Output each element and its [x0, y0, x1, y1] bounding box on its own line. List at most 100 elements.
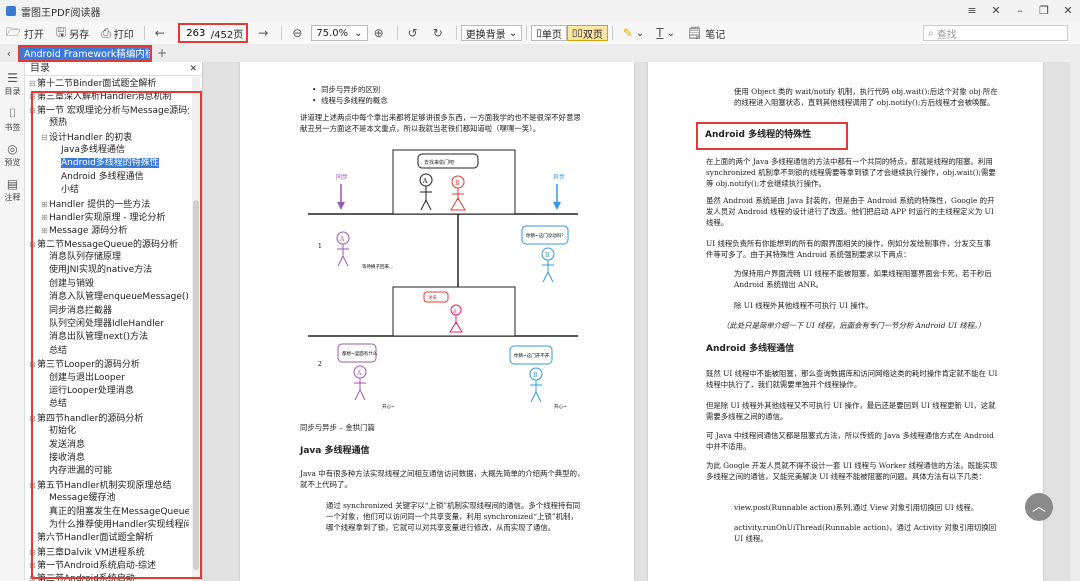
search-input[interactable]: ⌕ 查找 — [923, 25, 1068, 41]
toc-item[interactable]: 队列空闲处理器IdleHandler — [29, 318, 189, 331]
scroll-to-top-button[interactable]: ︿ — [1025, 493, 1053, 521]
text-color-button[interactable]: T ⌄ — [650, 23, 681, 43]
zoom-in-button[interactable]: ⊕ — [368, 23, 393, 43]
paragraph: 除 UI 线程外其他线程不可执行 UI 操作。 — [734, 301, 873, 310]
expand-icon[interactable]: ⊞ — [29, 572, 37, 581]
toc-item-label: Android多线程的特殊性 — [61, 158, 159, 169]
expand-icon[interactable]: ⊞ — [41, 224, 49, 237]
toc-item[interactable]: 为什么推荐使用Handler实现线程间通 — [29, 519, 189, 532]
toc-item[interactable]: ⊟第三章深入解析Handler消息机制 — [29, 90, 189, 103]
rail-preview[interactable]: ◎ 预览 — [0, 142, 25, 168]
toc-item[interactable]: 消息出队管理next()方法 — [29, 331, 189, 344]
chevron-down-icon: ⌄ — [505, 27, 518, 39]
toc-item[interactable]: ⊟第五节Handler机制实现原理总结 — [29, 479, 189, 492]
highlight-button[interactable]: ✎ ⌄ — [617, 23, 650, 43]
collapse-icon[interactable]: ⊟ — [29, 412, 37, 425]
toc-item[interactable]: ⊟第四节handler的源码分析 — [29, 412, 189, 425]
toc-item[interactable]: ⊟设计Handler 的初衷 — [29, 131, 189, 144]
prev-page-button[interactable]: ← — [149, 23, 174, 43]
rail-annotation[interactable]: ▤ 注释 — [0, 177, 25, 203]
toc-item[interactable]: 小结 — [29, 184, 189, 197]
toc-item[interactable]: 同步消息拦截器 — [29, 305, 189, 318]
toc-item[interactable]: 消息入队管理enqueueMessage()方法 — [29, 291, 189, 304]
collapse-icon[interactable]: ⊟ — [41, 131, 49, 144]
toc-item[interactable]: 总结 — [29, 398, 189, 411]
collapse-icon[interactable]: ⊟ — [29, 77, 37, 90]
toc-item[interactable]: ⊞第一节Android系统启动-综述 — [29, 559, 189, 572]
toc-item[interactable]: ⊟第一节 宏观理论分析与Message源码分析 — [29, 104, 189, 117]
rail-bookmark[interactable]: ⌷ 书签 — [0, 106, 25, 133]
fullscreen-icon[interactable]: ✕ — [984, 0, 1008, 22]
collapse-icon[interactable]: ⊟ — [29, 104, 37, 117]
toc-item-label: 预热 — [49, 118, 68, 129]
toc-item[interactable]: 创建与退出Looper — [29, 372, 189, 385]
rotate-right-button[interactable]: ↻ — [427, 23, 452, 43]
background-select[interactable]: 更换背景 ⌄ — [460, 25, 523, 41]
zoom-select[interactable]: 75.0% ⌄ — [311, 25, 368, 41]
close-button[interactable]: ✕ — [1056, 0, 1080, 22]
collapse-icon[interactable]: ⊟ — [29, 479, 37, 492]
note-icon: 🗒 — [687, 26, 703, 40]
next-page-button[interactable]: → — [252, 23, 277, 43]
toc-item[interactable]: ⊟第二节MessageQueue的源码分析 — [29, 238, 189, 251]
svg-text:你猜~这门开不开: 你猜~这门开不开 — [514, 352, 550, 359]
toc-item[interactable]: Android 多线程通信 — [29, 171, 189, 184]
svg-text:B: B — [533, 372, 538, 379]
toc-item[interactable]: 初始化 — [29, 425, 189, 438]
toc-item[interactable]: ⊞Message 源码分析 — [29, 224, 189, 237]
document-scrollbar[interactable] — [1070, 62, 1080, 581]
chevron-left-icon[interactable]: ‹ — [0, 47, 18, 60]
toc-item[interactable]: 总结 — [29, 345, 189, 358]
print-button[interactable]: ⎙ 打印 — [95, 23, 140, 43]
toc-item[interactable]: 预热 — [29, 117, 189, 130]
collapse-icon[interactable]: ⊟ — [29, 238, 37, 251]
toc-item[interactable]: ⊟第三节Looper的源码分析 — [29, 358, 189, 371]
toc-item[interactable]: 真正的阻塞发生在MessageQueue — [29, 506, 189, 519]
toc-item-label: Handler 提供的一些方法 — [49, 199, 151, 210]
single-page-button[interactable]: ▯ 单页 — [531, 25, 567, 41]
open-button[interactable]: 🗁 打开 — [0, 23, 50, 43]
toc-item[interactable]: ⊟第十二节Binder面试题全解析 — [29, 77, 189, 90]
double-page-button[interactable]: ▯▯ 双页 — [566, 25, 608, 41]
figure-caption: 同步与异步 – 金拱门篇 — [300, 423, 375, 432]
expand-icon[interactable]: ⊞ — [41, 211, 49, 224]
toc-item[interactable]: Android多线程的特殊性 — [29, 157, 189, 170]
rail-toc[interactable]: ☰ 目录 — [0, 71, 25, 97]
menu-icon[interactable]: ≡ — [960, 0, 984, 22]
divider — [396, 26, 398, 40]
collapse-icon[interactable]: ⊟ — [29, 358, 37, 371]
rotate-left-button[interactable]: ↺ — [402, 23, 427, 43]
toc-item[interactable]: ⊞Handler 提供的一些方法 — [29, 198, 189, 211]
page-number-input[interactable] — [182, 26, 209, 40]
toc-item[interactable]: Message缓存池 — [29, 492, 189, 505]
collapse-icon[interactable]: ⊟ — [29, 90, 37, 103]
toc-item[interactable]: 使用JNI实现的native方法 — [29, 264, 189, 277]
toc-item[interactable]: ⊞第二节Android系统启动 — [29, 572, 189, 581]
paragraph: activity.runOnUiThread(Runnable action)，… — [734, 523, 997, 543]
toc-scroll-thumb[interactable] — [193, 200, 199, 570]
zoom-out-button[interactable]: ⊖ — [286, 23, 311, 43]
toc-item[interactable]: 接收消息 — [29, 452, 189, 465]
maximize-button[interactable]: ❐ — [1032, 0, 1056, 22]
toc-item[interactable]: Java多线程通信 — [29, 144, 189, 157]
toc-item[interactable]: 第六节Handler面试题全解析 — [29, 532, 189, 545]
saveas-button[interactable]: 🖫 另存 — [50, 23, 95, 43]
note-button[interactable]: 🗒 笔记 — [681, 23, 731, 43]
toc-item[interactable]: ⊟第三章Dalvik VM进程系统 — [29, 546, 189, 559]
preview-icon: ◎ — [7, 142, 18, 156]
add-tab-button[interactable]: + — [157, 46, 167, 60]
divider — [526, 26, 528, 40]
minimize-button[interactable]: – — [1008, 0, 1032, 22]
close-icon[interactable]: ✕ — [189, 62, 197, 76]
toc-item[interactable]: 发送消息 — [29, 439, 189, 452]
expand-icon[interactable]: ⊞ — [41, 198, 49, 211]
toc-item[interactable]: 创建与销毁 — [29, 278, 189, 291]
tab-document[interactable]: Android Framework精编内核 × — [18, 44, 152, 62]
toc-item[interactable]: 消息队列存储原理 — [29, 251, 189, 264]
toc-item[interactable]: 内存泄漏的可能 — [29, 465, 189, 478]
collapse-icon[interactable]: ⊟ — [29, 546, 37, 559]
toc-item-label: Handler实现原理 - 理论分析 — [49, 212, 166, 223]
expand-icon[interactable]: ⊞ — [29, 559, 37, 572]
toc-item[interactable]: ⊞Handler实现原理 - 理论分析 — [29, 211, 189, 224]
toc-item[interactable]: 运行Looper处理消息 — [29, 385, 189, 398]
